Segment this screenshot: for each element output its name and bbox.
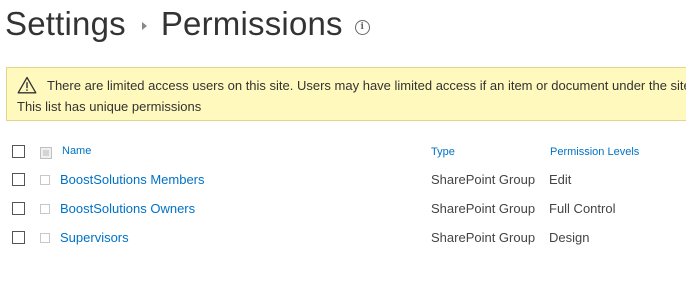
breadcrumb-separator-icon bbox=[141, 22, 147, 30]
column-header-name[interactable]: Name bbox=[62, 145, 91, 157]
page-title: Permissions bbox=[160, 5, 343, 42]
table-row: BoostSolutions Members SharePoint Group … bbox=[0, 167, 686, 195]
table-row: BoostSolutions Owners SharePoint Group F… bbox=[0, 196, 686, 224]
select-all-checkbox[interactable] bbox=[12, 145, 25, 158]
banner-message-row: There are limited access users on this s… bbox=[17, 76, 686, 94]
breadcrumb: Settings Permissions i bbox=[5, 0, 370, 48]
table-header-row: Name Type Permission Levels bbox=[0, 138, 686, 166]
row-checkbox[interactable] bbox=[12, 173, 25, 186]
banner-message: There are limited access users on this s… bbox=[47, 77, 686, 93]
row-checkbox[interactable] bbox=[12, 202, 25, 215]
status-banner: There are limited access users on this s… bbox=[6, 67, 686, 121]
group-type: SharePoint Group bbox=[431, 172, 536, 187]
item-selector-header-icon bbox=[40, 147, 52, 159]
group-type: SharePoint Group bbox=[431, 201, 536, 216]
permission-level: Edit bbox=[549, 172, 572, 187]
table-row: Supervisors SharePoint Group Design bbox=[0, 225, 686, 253]
row-item-selector[interactable] bbox=[40, 204, 50, 214]
info-icon[interactable]: i bbox=[354, 19, 370, 35]
column-header-type[interactable]: Type bbox=[431, 146, 455, 158]
permission-level: Full Control bbox=[549, 201, 616, 216]
row-checkbox[interactable] bbox=[12, 231, 25, 244]
column-header-permission-levels[interactable]: Permission Levels bbox=[550, 146, 639, 158]
group-type: SharePoint Group bbox=[431, 230, 536, 245]
permissions-page: Settings Permissions i There are limited… bbox=[0, 0, 686, 284]
group-name-link[interactable]: BoostSolutions Owners bbox=[60, 201, 195, 216]
breadcrumb-settings-link[interactable]: Settings bbox=[5, 5, 126, 43]
permission-level: Design bbox=[549, 230, 590, 245]
group-name-link[interactable]: Supervisors bbox=[60, 230, 129, 245]
warning-icon bbox=[17, 76, 37, 94]
unique-permissions-note: This list has unique permissions bbox=[17, 99, 202, 114]
row-item-selector[interactable] bbox=[40, 233, 50, 243]
group-name-link[interactable]: BoostSolutions Members bbox=[60, 172, 205, 187]
row-item-selector[interactable] bbox=[40, 175, 50, 185]
